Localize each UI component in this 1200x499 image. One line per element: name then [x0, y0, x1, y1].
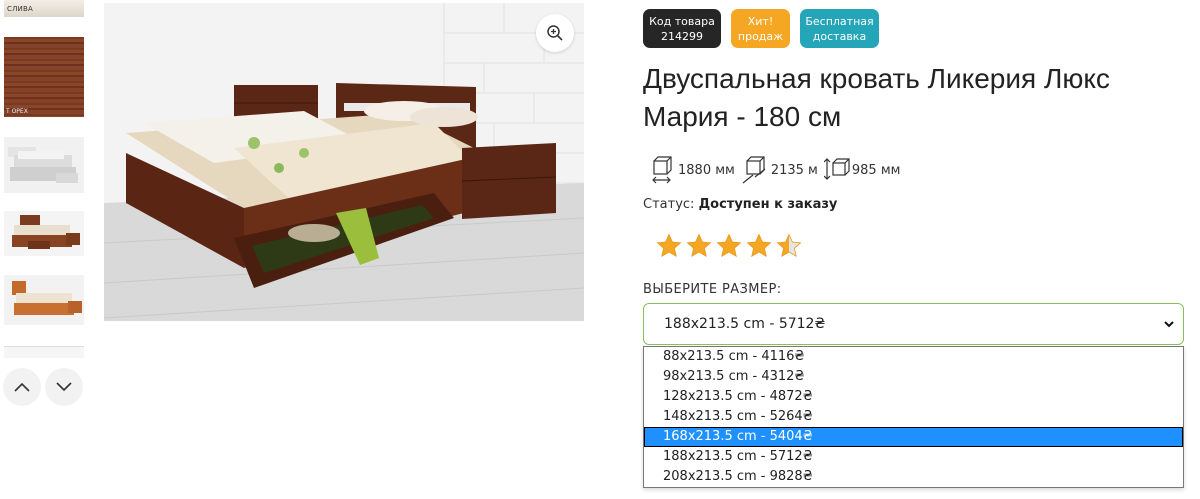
- product-title: Двуспальная кровать Ликерия Люкс Мария -…: [643, 63, 1110, 132]
- zoom-in-icon: [547, 25, 563, 41]
- dimension-length-value: 1880 мм: [678, 162, 735, 178]
- dimension-height-value: 985 мм: [851, 162, 901, 178]
- badge-ship-line2: доставка: [812, 29, 867, 43]
- swatch-label: Т ОРЕХ: [6, 108, 28, 115]
- height-icon: [823, 158, 850, 180]
- dimension-height: 985 мм: [823, 155, 901, 185]
- star-icon[interactable]: [716, 233, 742, 259]
- star-icon[interactable]: [776, 233, 802, 259]
- size-option[interactable]: 98x213.5 cm - 4312₴: [644, 367, 1183, 387]
- zoom-button[interactable]: [536, 14, 574, 52]
- star-icon[interactable]: [656, 233, 682, 259]
- dimension-width: 2135 м: [741, 155, 818, 185]
- badge-ship-line1: Бесплатная: [805, 14, 874, 28]
- star-icon[interactable]: [746, 233, 772, 259]
- availability-status: Статус: Доступен к заказу: [643, 197, 837, 212]
- thumbnail-swatch-walnut[interactable]: Т ОРЕХ: [4, 37, 84, 117]
- product-dimensions: 1880 мм 2135 м 985 мм: [650, 155, 906, 185]
- size-option[interactable]: 148x213.5 cm - 5264₴: [644, 407, 1183, 427]
- chevron-down-icon: [1164, 321, 1174, 328]
- badge-code-label: Код товара: [649, 14, 715, 28]
- thumbnails-down-button[interactable]: [45, 368, 83, 406]
- chevron-up-icon: [14, 382, 30, 392]
- size-option[interactable]: 128x213.5 cm - 4872₴: [644, 387, 1183, 407]
- status-label: Статус:: [643, 197, 695, 212]
- badge-hit-line1: Хит!: [747, 14, 774, 28]
- size-option[interactable]: 188x213.5 cm - 5712₴: [644, 447, 1183, 467]
- badge-code-value: 214299: [661, 29, 703, 43]
- badge-hit-line2: продаж: [737, 29, 784, 43]
- thumbnail-swatch-light[interactable]: СЛИВА: [4, 0, 84, 17]
- thumbnail-bed-natural[interactable]: [4, 275, 84, 325]
- size-select-label: ВЫБЕРИТЕ РАЗМЕР:: [643, 282, 782, 297]
- product-code-badge: Код товара 214299: [643, 9, 721, 48]
- status-value: Доступен к заказу: [698, 197, 838, 212]
- thumbnail-bed-brown[interactable]: [4, 211, 84, 256]
- free-shipping-badge: Бесплатная доставка: [800, 9, 879, 48]
- chevron-down-icon: [56, 382, 72, 392]
- width-icon: [742, 156, 766, 184]
- size-option[interactable]: 208x213.5 cm - 9828₴: [644, 467, 1183, 487]
- bestseller-badge: Хит! продаж: [731, 9, 790, 48]
- size-option[interactable]: 88x213.5 cm - 4116₴: [644, 347, 1183, 367]
- main-product-image[interactable]: [104, 3, 584, 321]
- dimension-length: 1880 мм: [650, 155, 735, 185]
- size-select-value: 188x213.5 cm - 5712₴: [664, 316, 826, 332]
- length-icon: [652, 156, 672, 184]
- rating-stars[interactable]: [656, 233, 806, 259]
- thumbnails-up-button[interactable]: [3, 368, 41, 406]
- star-icon[interactable]: [686, 233, 712, 259]
- swatch-label: СЛИВА: [7, 5, 33, 13]
- thumbnail-bed-white[interactable]: [4, 137, 84, 193]
- thumbnail-more[interactable]: [4, 346, 84, 358]
- size-select[interactable]: 188x213.5 cm - 5712₴: [643, 303, 1184, 345]
- size-dropdown-list: 88x213.5 cm - 4116₴ 98x213.5 cm - 4312₴ 12…: [643, 346, 1184, 488]
- size-option[interactable]: 168x213.5 cm - 5404₴: [644, 427, 1183, 447]
- dimension-width-value: 2135 м: [770, 162, 818, 178]
